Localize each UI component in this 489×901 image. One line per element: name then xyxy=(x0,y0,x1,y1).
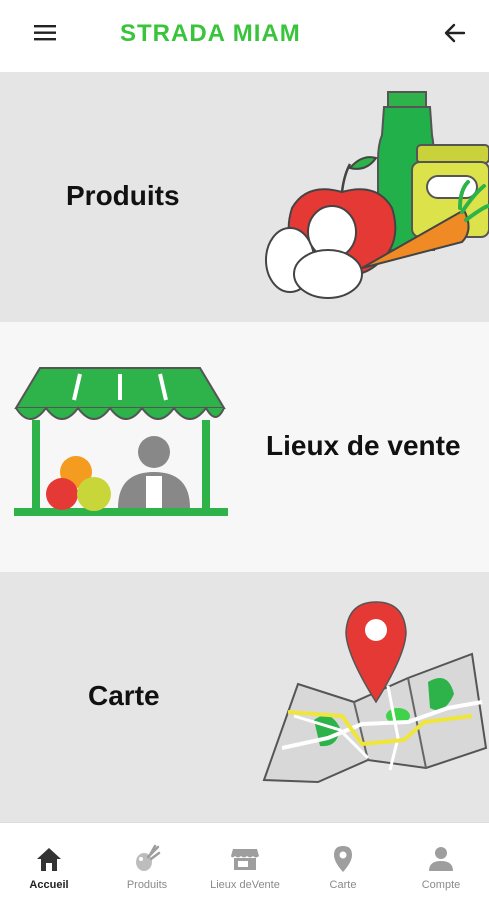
card-lieux-de-vente[interactable]: Lieux de vente xyxy=(0,322,489,572)
person-icon xyxy=(429,847,453,871)
nav-accueil[interactable]: Accueil xyxy=(0,823,98,901)
card-carte-label: Carte xyxy=(88,680,160,711)
nav-produits-label: Produits xyxy=(126,879,168,891)
storefront-icon xyxy=(231,849,259,870)
home-icon xyxy=(37,848,61,871)
produce-icon xyxy=(136,844,161,871)
grocery-products-illustration xyxy=(265,91,489,299)
card-produits[interactable]: Produits xyxy=(0,72,489,322)
nav-carte-label: Carte xyxy=(329,879,357,891)
nav-produits[interactable]: Produits xyxy=(98,823,196,901)
map-pin-illustration xyxy=(262,601,488,784)
card-produits-label: Produits xyxy=(66,180,180,211)
bottom-navigation: Accueil Produits Lieux deVente Carte Com… xyxy=(0,822,489,901)
nav-lieux-de-vente-label: Lieux deVente xyxy=(210,879,280,891)
app-title: STRADA MIAM xyxy=(120,20,301,47)
nav-lieux-de-vente[interactable]: Lieux deVente xyxy=(196,823,294,901)
nav-accueil-label: Accueil xyxy=(29,879,69,891)
menu-button[interactable] xyxy=(30,18,60,48)
nav-compte[interactable]: Compte xyxy=(392,823,489,901)
nav-carte[interactable]: Carte xyxy=(294,823,392,901)
card-carte[interactable]: Carte xyxy=(0,572,489,822)
arrow-left-icon xyxy=(444,23,466,43)
back-button[interactable] xyxy=(440,18,470,48)
market-stall-illustration xyxy=(14,367,228,516)
card-lieux-de-vente-label: Lieux de vente xyxy=(266,430,461,461)
hamburger-menu-icon xyxy=(34,25,56,41)
nav-compte-label: Compte xyxy=(421,879,461,891)
app-header: STRADA MIAM xyxy=(0,0,489,72)
location-pin-icon xyxy=(334,846,352,872)
